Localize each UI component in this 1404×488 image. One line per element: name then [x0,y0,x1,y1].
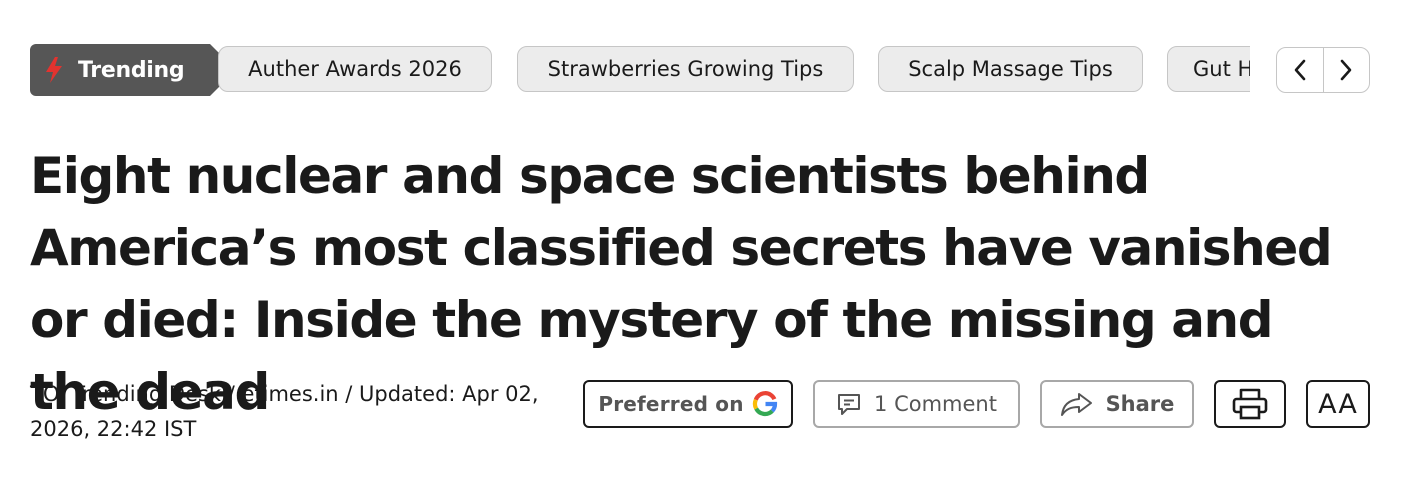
trending-tag[interactable]: Auther Awards 2026 [218,46,492,92]
trending-badge: Trending [30,44,236,96]
share-button[interactable]: Share [1040,380,1194,428]
lightning-bolt-icon [46,57,62,83]
google-g-icon [752,391,777,417]
trending-tag[interactable]: Strawberries Growing Tips [517,46,854,92]
printer-icon [1232,388,1268,420]
font-size-label: AA [1318,388,1358,420]
comment-icon [838,394,861,415]
font-size-button[interactable]: AA [1306,380,1370,428]
comment-button[interactable]: 1 Comment [813,380,1020,428]
print-button[interactable] [1214,380,1286,428]
article-byline: TOI Trending Desk / etimes.in / Updated:… [30,382,539,441]
share-arrow-icon [1060,393,1092,416]
trending-label: Trending [78,57,185,83]
preferred-label: Preferred on [598,392,744,416]
chevron-right-icon [1340,59,1352,81]
next-button[interactable] [1322,48,1370,92]
share-label: Share [1105,392,1175,416]
chevron-left-icon [1294,59,1306,81]
trending-tags: Auther Awards 2026 Strawberries Growing … [218,46,1250,94]
trending-tag[interactable]: Scalp Massage Tips [878,46,1143,92]
prev-button[interactable] [1277,48,1323,92]
preferred-on-google-button[interactable]: Preferred on [583,380,793,428]
comment-label: 1 Comment [874,392,997,416]
trending-bar: Trending Auther Awards 2026 Strawberries… [30,44,1370,96]
trending-tag[interactable]: Gut H [1167,46,1250,92]
trending-nav [1276,47,1370,93]
